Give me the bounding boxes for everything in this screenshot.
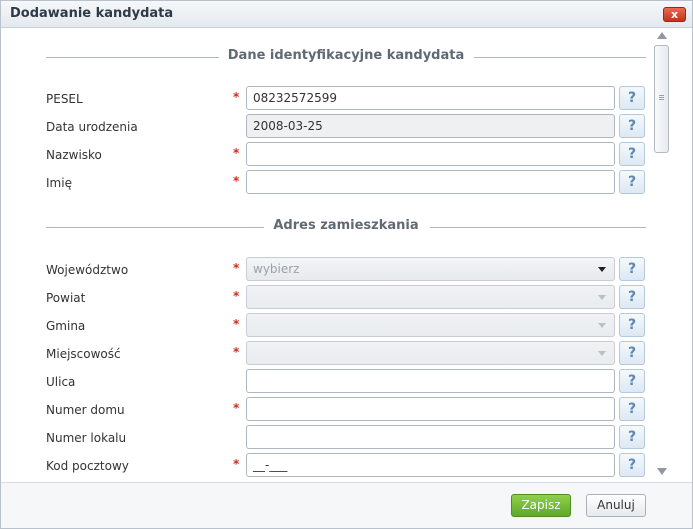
locality-help-button[interactable]: ? — [619, 341, 645, 365]
birth-date-input: 2008-03-25 — [246, 114, 615, 138]
close-icon: x — [670, 8, 679, 21]
postal-code-label: Kod pocztowy — [46, 459, 129, 473]
pesel-label: PESEL — [46, 92, 83, 106]
voivodeship-help-button[interactable]: ? — [619, 257, 645, 281]
first-name-label: Imię — [46, 176, 72, 190]
postal-code-input[interactable]: __-___ — [246, 453, 615, 477]
dialog-titlebar: Dodawanie kandydata x — [1, 1, 692, 28]
commune-label: Gmina — [46, 319, 86, 333]
voivodeship-selected-value: wybierz — [253, 262, 300, 276]
street-help-button[interactable]: ? — [619, 369, 645, 393]
surname-input[interactable] — [246, 142, 615, 166]
chevron-down-icon — [598, 351, 606, 356]
first-name-input[interactable] — [246, 170, 615, 194]
add-candidate-dialog: Dodawanie kandydata x Dane identyfikacyj… — [0, 0, 693, 529]
postal-code-required-mark: * — [233, 457, 240, 471]
dialog-footer: Zapisz Anuluj — [1, 482, 692, 528]
street-label: Ulica — [46, 375, 76, 389]
first-name-help-button[interactable]: ? — [619, 170, 645, 194]
voivodeship-required-mark: * — [233, 261, 240, 275]
postal-code-help-button[interactable]: ? — [619, 453, 645, 477]
form-content: Dane identyfikacyjne kandydata PESEL * 0… — [1, 29, 651, 481]
pesel-help-button[interactable]: ? — [619, 86, 645, 110]
house-number-input[interactable] — [246, 397, 615, 421]
birth-date-label: Data urodzenia — [46, 120, 138, 134]
grip-icon — [659, 95, 664, 96]
cancel-button[interactable]: Anuluj — [586, 494, 646, 517]
surname-label: Nazwisko — [46, 148, 102, 162]
commune-select[interactable] — [246, 313, 615, 337]
vertical-scrollbar[interactable] — [652, 29, 671, 481]
house-number-required-mark: * — [233, 401, 240, 415]
birth-date-help-button[interactable]: ? — [619, 114, 645, 138]
scroll-up-arrow-icon[interactable] — [657, 32, 667, 39]
pesel-input[interactable]: 08232572599 — [246, 86, 615, 110]
surname-required-mark: * — [233, 146, 240, 160]
commune-help-button[interactable]: ? — [619, 313, 645, 337]
section-address-title: Adres zamieszkania — [273, 218, 419, 233]
house-number-label: Numer domu — [46, 403, 125, 417]
section-identification-title: Dane identyfikacyjne kandydata — [227, 48, 465, 63]
voivodeship-label: Województwo — [46, 263, 129, 277]
county-label: Powiat — [46, 291, 86, 305]
street-input[interactable] — [246, 369, 615, 393]
close-button[interactable]: x — [663, 7, 686, 22]
first-name-required-mark: * — [233, 174, 240, 188]
scrollbar-thumb[interactable] — [654, 45, 669, 153]
commune-required-mark: * — [233, 317, 240, 331]
dialog-title: Dodawanie kandydata — [10, 6, 174, 21]
house-number-help-button[interactable]: ? — [619, 397, 645, 421]
voivodeship-select[interactable]: wybierz — [246, 257, 615, 281]
section-identification-header: Dane identyfikacyjne kandydata — [46, 48, 646, 66]
section-address-header: Adres zamieszkania — [46, 218, 646, 236]
chevron-down-icon — [598, 295, 606, 300]
pesel-required-mark: * — [233, 90, 240, 104]
locality-required-mark: * — [233, 345, 240, 359]
apartment-number-input[interactable] — [246, 425, 615, 449]
save-button[interactable]: Zapisz — [511, 494, 571, 517]
locality-select[interactable] — [246, 341, 615, 365]
scroll-down-arrow-icon[interactable] — [657, 468, 667, 475]
apartment-number-label: Numer lokalu — [46, 431, 127, 445]
county-help-button[interactable]: ? — [619, 285, 645, 309]
county-required-mark: * — [233, 289, 240, 303]
apartment-number-help-button[interactable]: ? — [619, 425, 645, 449]
chevron-down-icon — [598, 267, 606, 272]
chevron-down-icon — [598, 323, 606, 328]
county-select[interactable] — [246, 285, 615, 309]
surname-help-button[interactable]: ? — [619, 142, 645, 166]
locality-label: Miejscowość — [46, 347, 121, 361]
